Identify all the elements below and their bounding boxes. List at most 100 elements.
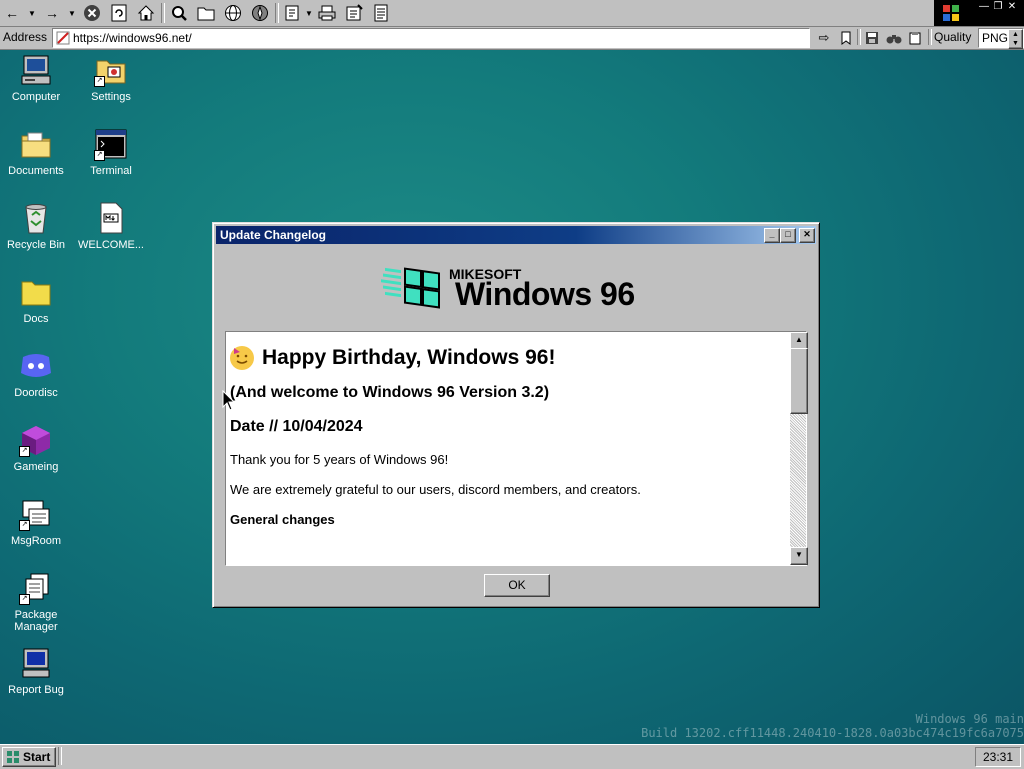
taskbar-separator (58, 747, 62, 765)
close-icon[interactable]: ✕ (799, 228, 815, 243)
desktop-icon-label: Docs (23, 313, 49, 325)
desktop-icon-recycle-bin[interactable]: Recycle Bin (0, 201, 73, 251)
clipboard-icon[interactable] (905, 29, 925, 47)
notes-icon[interactable] (344, 3, 364, 23)
documents-folder-icon (21, 132, 51, 158)
shortcut-arrow-icon: ↗ (19, 520, 30, 531)
window-title: Update Changelog (220, 228, 327, 242)
desktop-icon-welcome[interactable]: WELCOME... (74, 201, 148, 251)
desktop-icon-doordisc[interactable]: Doordisc (0, 349, 73, 399)
shortcut-arrow-icon: ↗ (94, 150, 105, 161)
desktop-icon-package-manager[interactable]: ↗ Package Manager (0, 571, 73, 633)
shortcut-arrow-icon: ↗ (19, 594, 30, 605)
edit-icon[interactable] (283, 3, 303, 23)
desktop-icon-documents[interactable]: Documents (0, 127, 73, 177)
home-icon[interactable] (136, 3, 156, 23)
desktop-icon-label: MsgRoom (10, 535, 62, 547)
maximize-icon[interactable]: □ (780, 228, 796, 243)
shortcut-arrow-icon: ↗ (19, 446, 30, 457)
address-separator (928, 29, 932, 45)
desktop-icon-gameing[interactable]: ↗ Gameing (0, 423, 73, 473)
edit-dropdown-icon[interactable]: ▼ (304, 3, 314, 23)
desktop: Computer ↗ Settings Documents ↗ Terminal… (0, 50, 1024, 744)
desktop-icon-label: Report Bug (8, 684, 64, 696)
changelog-date: Date // 10/04/2024 (230, 418, 363, 435)
bookmark-icon[interactable] (836, 29, 856, 47)
changelog-heading: Happy Birthday, Windows 96! (230, 346, 786, 370)
url-input[interactable] (73, 29, 803, 47)
changelog-content[interactable]: Happy Birthday, Windows 96! (And welcome… (225, 331, 808, 566)
recycle-bin-icon (25, 204, 47, 234)
back-icon[interactable]: ← (2, 3, 22, 23)
mouse-cursor-icon (222, 390, 236, 411)
forward-icon[interactable]: → (42, 3, 62, 23)
desktop-icon-terminal[interactable]: ↗ Terminal (74, 127, 148, 177)
markdown-file-icon (100, 202, 123, 234)
report-bug-icon (22, 648, 50, 678)
doordisc-icon (21, 354, 51, 377)
close-browser-icon[interactable]: ✕ (1006, 2, 1018, 12)
windows96-flag-icon (381, 267, 440, 309)
print-icon[interactable] (317, 3, 337, 23)
windows96-logo: MIKESOFT Windows 96 (379, 259, 659, 317)
changelog-paragraph: Thank you for 5 years of Windows 96! (230, 452, 449, 467)
compass-icon[interactable] (250, 3, 270, 23)
desktop-icon-label: WELCOME... (77, 239, 144, 251)
desktop-icon-label: Settings (91, 91, 131, 103)
address-label: Address (3, 30, 48, 44)
computer-icon (21, 55, 51, 85)
windows-flag-icon (943, 5, 959, 21)
refresh-icon[interactable] (109, 3, 129, 23)
logo-product-text: Windows 96 (455, 276, 635, 312)
format-spinner-icon[interactable]: ▲ ▼ (1008, 29, 1023, 49)
desktop-icon-report-bug[interactable]: Report Bug (0, 646, 73, 696)
build-watermark: Windows 96 main Build 13202.cff11448.240… (641, 712, 1024, 740)
document-icon[interactable] (371, 3, 391, 23)
globe-icon[interactable] (223, 3, 243, 23)
back-dropdown-icon[interactable]: ▼ (27, 3, 37, 23)
scroll-down-icon[interactable]: ▼ (790, 547, 808, 565)
minimize-icon[interactable]: _ (764, 228, 780, 243)
vertical-scrollbar[interactable]: ▲ ▼ (790, 332, 808, 565)
desktop-icon-label: Recycle Bin (6, 239, 66, 251)
minimize-browser-icon[interactable]: — (978, 2, 990, 12)
start-flag-icon (7, 751, 19, 763)
docs-folder-icon (21, 281, 51, 306)
desktop-icon-computer[interactable]: Computer (0, 53, 73, 103)
address-field[interactable] (52, 28, 810, 48)
shortcut-arrow-icon: ↗ (94, 76, 105, 87)
party-face-icon (230, 346, 254, 370)
ok-button[interactable]: OK (484, 574, 550, 597)
format-select[interactable]: PNG ▲ ▼ (978, 28, 1024, 49)
toolbar-separator (161, 3, 165, 23)
save-icon[interactable] (862, 29, 882, 47)
changelog-window: Update Changelog _ □ ✕ MIKESOFT Windows … (212, 222, 820, 608)
scroll-thumb[interactable] (790, 348, 808, 414)
stop-icon[interactable] (82, 3, 102, 23)
system-tray-clock[interactable]: 23:31 (975, 747, 1021, 767)
changelog-section-title: General changes (230, 512, 335, 527)
desktop-icon-settings[interactable]: ↗ Settings (74, 53, 148, 103)
start-label: Start (23, 750, 51, 764)
binoculars-icon[interactable] (884, 29, 904, 47)
address-separator (857, 29, 861, 45)
search-icon[interactable] (169, 3, 189, 23)
go-icon[interactable]: ⇨ (814, 29, 834, 47)
desktop-icon-label: Computer (11, 91, 61, 103)
format-value: PNG (982, 31, 1009, 45)
build-line-2: Build 13202.cff11448.240410-1828.0a03bc4… (641, 726, 1024, 740)
folder-icon[interactable] (196, 3, 216, 23)
changelog-subheading: (And welcome to Windows 96 Version 3.2) (230, 384, 550, 401)
forward-dropdown-icon[interactable]: ▼ (67, 3, 77, 23)
desktop-icon-msgroom[interactable]: ↗ MsgRoom (0, 497, 73, 547)
toolbar-separator (275, 3, 279, 23)
restore-browser-icon[interactable]: ❐ (992, 2, 1004, 12)
desktop-icon-label: Terminal (90, 165, 132, 177)
quality-label: Quality (934, 30, 972, 44)
window-titlebar[interactable]: Update Changelog _ □ ✕ (216, 226, 816, 244)
desktop-icon-docs[interactable]: Docs (0, 275, 73, 325)
start-button[interactable]: Start (2, 747, 56, 767)
desktop-icon-label: Package Manager (14, 609, 58, 633)
page-icon (56, 31, 70, 45)
desktop-icon-label: Doordisc (14, 387, 58, 399)
